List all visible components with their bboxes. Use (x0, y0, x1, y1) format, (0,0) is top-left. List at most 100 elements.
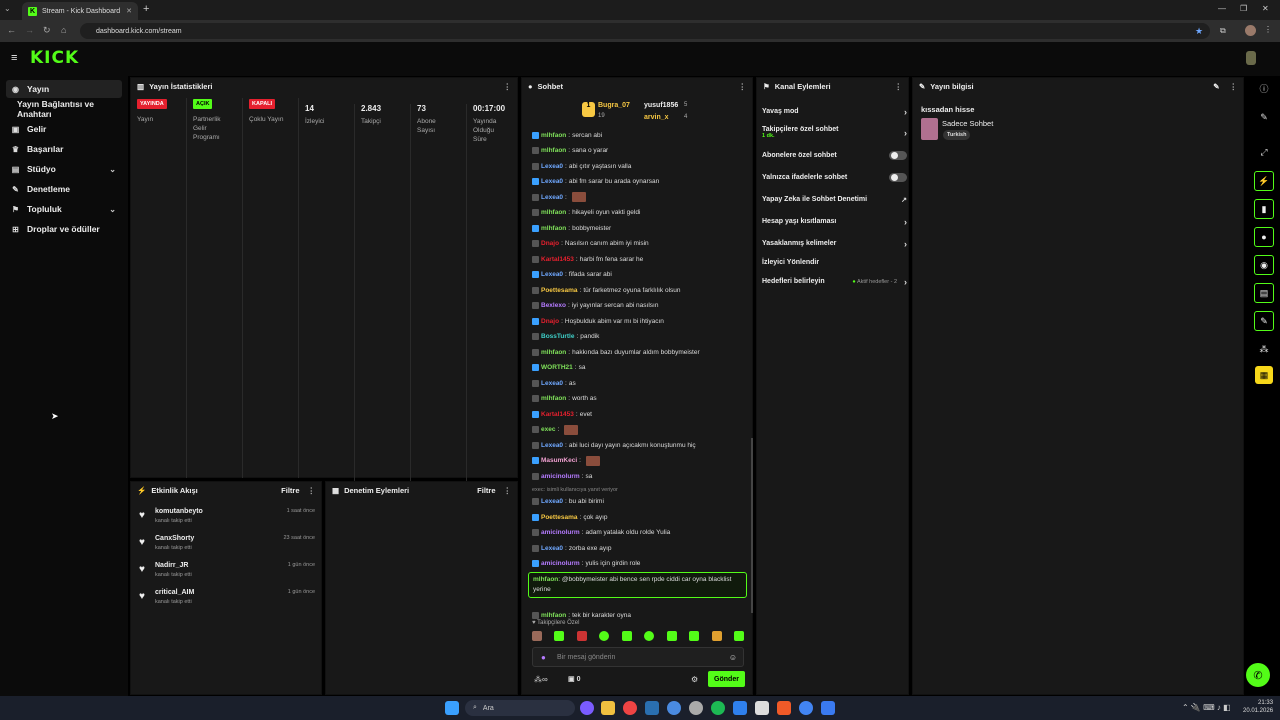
profile-avatar[interactable] (1245, 25, 1256, 36)
close-tab-icon[interactable]: ✕ (126, 7, 132, 15)
clapper-icon[interactable]: ▦ (1255, 366, 1273, 384)
chat-message[interactable]: Lexea0: as (532, 378, 576, 388)
copilot-icon[interactable] (580, 701, 594, 715)
emote-icon[interactable] (599, 631, 610, 641)
notion-icon[interactable] (755, 701, 769, 715)
emote-icon[interactable] (576, 631, 587, 641)
maximize-icon[interactable]: ❐ (1240, 4, 1247, 13)
followers-chat-item[interactable]: Takipçilere özel sohbet 1 dk. › (762, 126, 907, 144)
chat-message[interactable]: Lexea0: bu abi birimi (532, 497, 604, 507)
new-tab-icon[interactable]: + (143, 3, 149, 15)
banned-words-item[interactable]: Yasaklanmış kelimeler › (762, 239, 907, 249)
chat-username[interactable]: Bexlexo (541, 302, 566, 309)
chat-username[interactable]: mlhfaon (533, 576, 558, 583)
chat-scrollbar[interactable] (751, 438, 753, 613)
activity-user[interactable]: Nadirr_JR (155, 562, 188, 569)
chat-message[interactable]: Bexlexo: iyi yayınlar sercan abi nasılsın (532, 301, 658, 311)
chat-message[interactable]: mlhfaon: sercan abi (532, 130, 602, 140)
chat-message[interactable]: Lexea0: abi çıtır yaştasın valla (532, 161, 631, 171)
moderation-filter-button[interactable]: Filtre (477, 486, 495, 495)
chat-message[interactable]: Lexea0: zorba exe ayıp (532, 543, 612, 553)
chat-username[interactable]: Lexea0 (541, 545, 563, 552)
bookmark-star-icon[interactable]: ★ (1195, 26, 1203, 37)
app2-icon[interactable] (821, 701, 835, 715)
chat-message[interactable]: Poettesama: çok ayıp (532, 512, 608, 522)
goals-item[interactable]: Hedefleri belirleyin ● Aktif hedefler - 2… (762, 277, 907, 287)
sidebar-item-yayin[interactable]: ◉ Yayın (6, 80, 122, 98)
chrome-icon[interactable] (623, 701, 637, 715)
emotes-toggle[interactable] (889, 173, 907, 182)
chat-username[interactable]: amicinolurm (541, 560, 580, 567)
ai-moderation-item[interactable]: Yapay Zeka ile Sohbet Denetimi ↗ (762, 196, 907, 204)
emote-icon[interactable] (554, 631, 565, 641)
taskbar-search[interactable]: ⌕ Ara (465, 700, 575, 716)
activity-user[interactable]: CanxShorty (155, 535, 194, 542)
more-options-icon[interactable]: ⋮ (504, 82, 512, 91)
settings-gear-icon[interactable]: ⚙ (691, 675, 698, 684)
chat-message[interactable]: BossTurtle: pandik (532, 332, 599, 342)
language-tag[interactable]: Turkish (943, 130, 971, 140)
kick-logo[interactable]: KICK (30, 48, 79, 68)
more-options-icon[interactable]: ⋮ (308, 486, 316, 495)
edit-icon[interactable]: ✎ (1213, 82, 1219, 91)
url-field[interactable]: dashboard.kick.com/stream (80, 23, 1210, 39)
chat-message[interactable]: WORTH21: sa (532, 363, 585, 373)
chat-username[interactable]: Lexea0 (541, 271, 563, 278)
emote-icon[interactable] (689, 631, 700, 641)
chat-message[interactable]: mlhfaon: hikayeli oyun vakti geldi (532, 208, 640, 218)
chat-message[interactable]: mlhfaon: sana o yarar (532, 146, 608, 156)
top-user-name[interactable]: arvin_x (644, 114, 669, 121)
chat-username[interactable]: Poettesama (541, 514, 578, 521)
sidebar-item-studyo[interactable]: ▤ Stüdyo ⌄ (6, 160, 122, 178)
emote-icon[interactable] (711, 631, 722, 641)
sidebar-item-stream-key[interactable]: Yayın Bağlantısı ve Anahtarı (12, 99, 128, 119)
expand-icon[interactable]: ⤢ (1254, 142, 1274, 162)
sidebar-item-basarilar[interactable]: ♛ Başarılar (6, 140, 122, 158)
slow-mode-item[interactable]: Yavaş mod › (762, 107, 907, 117)
chat-message[interactable]: Lexea0: abi luci dayı yayın açıcakmı konu… (532, 440, 696, 450)
chat-username[interactable]: mlhfaon (541, 349, 566, 356)
home-icon[interactable]: ⌂ (61, 25, 66, 35)
user-avatar[interactable] (1246, 51, 1256, 65)
chat-username[interactable]: Poettesama (541, 287, 578, 294)
activity-filter-button[interactable]: Filtre (281, 486, 299, 495)
stack-rail-icon[interactable]: ▤ (1254, 283, 1274, 303)
chat-username[interactable]: Kartal1453 (541, 411, 574, 418)
chat-message[interactable]: Kartal1453: harbi fm fena sarar he (532, 254, 643, 264)
chat-username[interactable]: WORTH21 (541, 364, 573, 371)
chat-username[interactable]: Dnajo (541, 240, 559, 247)
chat-message[interactable]: amicinolurm: adam yatalak oldu rolde Yuli… (532, 528, 670, 538)
chat-message[interactable]: Poettesama: tür farketmez oyuna farklılık… (532, 285, 681, 295)
chat-message[interactable]: Dnajo: Hoşbulduk abim var mı bi ihtiyacın (532, 316, 664, 326)
chat-username[interactable]: Lexea0 (541, 442, 563, 449)
chat-username[interactable]: Lexea0 (541, 163, 563, 170)
chat-username[interactable]: MasumKeci (541, 457, 577, 464)
sidebar-item-topluluk[interactable]: ⚑ Topluluk ⌄ (6, 200, 122, 218)
chat-username[interactable]: Lexea0 (541, 178, 563, 185)
app-icon[interactable] (667, 701, 681, 715)
support-chat-icon[interactable]: ✆ (1246, 663, 1270, 687)
chat-username[interactable]: Lexea0 (541, 498, 563, 505)
subscribers-toggle[interactable] (889, 151, 907, 160)
chat-message-list[interactable]: mlhfaon: sercan abi mlhfaon: sana o yarar Le… (522, 130, 748, 619)
chat-message[interactable]: exec: (532, 424, 579, 435)
emote-icon[interactable] (621, 631, 632, 641)
info-circle-icon[interactable]: ⓘ (1254, 78, 1274, 98)
clock[interactable]: 21:33 20.01.2026 (1243, 699, 1273, 715)
reload-icon[interactable]: ↻ (43, 25, 51, 36)
stream-category[interactable]: Sadece Sohbet (942, 119, 993, 128)
minimize-icon[interactable]: — (1218, 4, 1226, 13)
chat-username[interactable]: mlhfaon (541, 209, 566, 216)
windows-start-icon[interactable] (445, 701, 459, 715)
browser-tab[interactable]: K Stream - Kick Dashboard ✕ (22, 2, 138, 20)
chat-message[interactable]: MasumKeci: (532, 455, 600, 466)
chat-username[interactable]: amicinolurm (541, 529, 580, 536)
chat-username[interactable]: amicinolurm (541, 473, 580, 480)
chat-message[interactable]: mlhfaon: tek bir karakter oyna (532, 610, 631, 620)
more-options-icon[interactable]: ⋮ (504, 486, 512, 495)
chat-message[interactable]: Dnajo: Nasılsın canım abim iyi misin (532, 239, 649, 249)
more-options-icon[interactable]: ⋮ (739, 82, 747, 91)
points-icon[interactable]: ⁂∞ (534, 675, 548, 684)
spotify-icon[interactable] (711, 701, 725, 715)
emote-icon[interactable] (733, 631, 744, 641)
